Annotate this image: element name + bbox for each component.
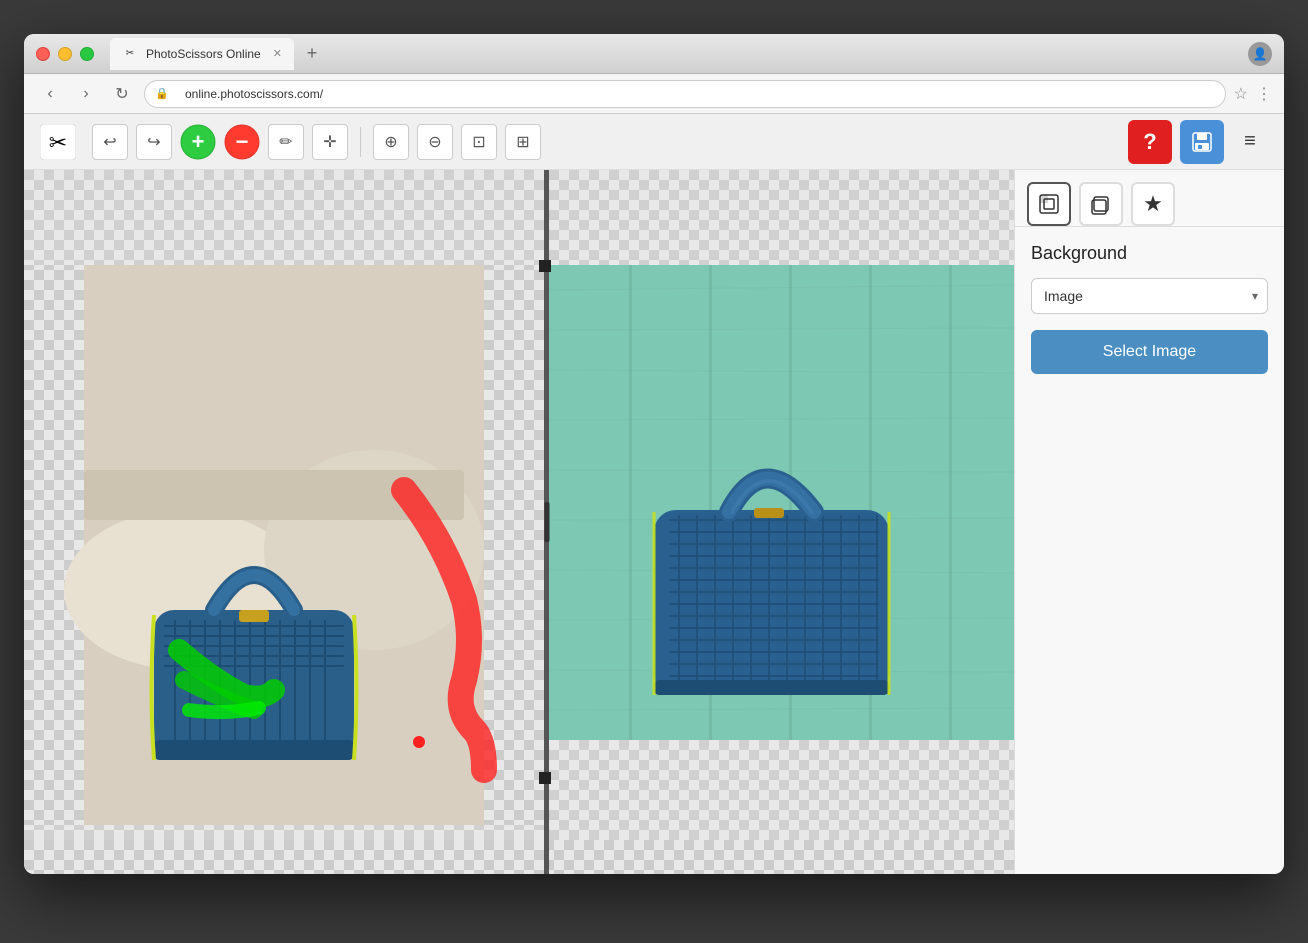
star-icon: ★	[1143, 191, 1163, 217]
refresh-button[interactable]: ↻	[108, 80, 136, 108]
new-tab-button[interactable]: +	[298, 40, 326, 68]
select-image-button[interactable]: Select Image	[1031, 330, 1268, 374]
titlebar: ✂ PhotoScissors Online ✕ + 👤	[24, 34, 1284, 74]
bottom-handle[interactable]	[539, 772, 551, 784]
tab-layer[interactable]	[1079, 182, 1123, 226]
tab-effects[interactable]: ★	[1131, 182, 1175, 226]
copy-icon	[1089, 192, 1113, 216]
top-handle[interactable]	[539, 260, 551, 272]
save-button[interactable]	[1180, 120, 1224, 164]
redo-button[interactable]: ↪	[136, 124, 172, 160]
sidebar-tabs: ★	[1015, 170, 1284, 227]
browser-menu-icon[interactable]: ⋮	[1256, 84, 1272, 104]
forward-button[interactable]: ›	[72, 80, 100, 108]
back-button[interactable]: ‹	[36, 80, 64, 108]
url-text: online.photoscissors.com/	[185, 87, 323, 101]
tab-close-icon[interactable]: ✕	[273, 47, 282, 60]
help-button[interactable]: ?	[1128, 120, 1172, 164]
zoom-reset-button[interactable]: ⊞	[505, 124, 541, 160]
app-toolbar: ✂ ↩ ↪ + − ✏ ✛ ⊕ ⊖ ⊡ ⊞ ?	[24, 114, 1284, 170]
address-field[interactable]: 🔒 online.photoscissors.com/	[144, 80, 1226, 108]
zoom-fit-button[interactable]: ⊡	[461, 124, 497, 160]
divider-handle	[544, 502, 549, 542]
profile-icon: 👤	[1248, 42, 1272, 66]
sidebar: ★ Background Image Color Transparent Blu…	[1014, 170, 1284, 874]
lock-icon: 🔒	[155, 87, 169, 100]
tab-favicon: ✂	[122, 46, 138, 62]
main-content: ★ Background Image Color Transparent Blu…	[24, 170, 1284, 874]
layer-icon	[1037, 192, 1061, 216]
tab-bar: ✂ PhotoScissors Online ✕ +	[110, 38, 1248, 70]
left-panel[interactable]	[24, 170, 544, 874]
undo-button[interactable]: ↩	[92, 124, 128, 160]
svg-text:−: −	[236, 129, 249, 154]
canvas-area	[24, 170, 1014, 874]
maximize-button[interactable]	[80, 47, 94, 61]
app-logo: ✂	[40, 124, 76, 160]
brush-button[interactable]: ✏	[268, 124, 304, 160]
addressbar: ‹ › ↻ 🔒 online.photoscissors.com/ ☆ ⋮	[24, 74, 1284, 114]
close-button[interactable]	[36, 47, 50, 61]
svg-text:+: +	[192, 129, 205, 154]
add-marker-button[interactable]: +	[180, 124, 216, 160]
svg-text:✂: ✂	[49, 130, 67, 155]
panel-divider[interactable]	[544, 170, 549, 874]
move-button[interactable]: ✛	[312, 124, 348, 160]
background-label: Background	[1031, 243, 1268, 264]
background-type-select[interactable]: Image Color Transparent Blur	[1031, 278, 1268, 314]
right-panel[interactable]	[549, 170, 1014, 874]
tab-background[interactable]	[1027, 182, 1071, 226]
window-controls	[36, 47, 94, 61]
zoom-in-button[interactable]: ⊕	[373, 124, 409, 160]
bookmark-icon[interactable]: ☆	[1234, 84, 1248, 104]
zoom-out-button[interactable]: ⊖	[417, 124, 453, 160]
remove-marker-button[interactable]: −	[224, 124, 260, 160]
browser-tab[interactable]: ✂ PhotoScissors Online ✕	[110, 38, 294, 70]
app-menu-button[interactable]: ≡	[1232, 124, 1268, 160]
tab-title: PhotoScissors Online	[146, 47, 261, 61]
minimize-button[interactable]	[58, 47, 72, 61]
background-select-wrapper: Image Color Transparent Blur ▾	[1031, 278, 1268, 314]
toolbar-separator-1	[360, 127, 361, 157]
sidebar-content: Background Image Color Transparent Blur …	[1015, 227, 1284, 874]
